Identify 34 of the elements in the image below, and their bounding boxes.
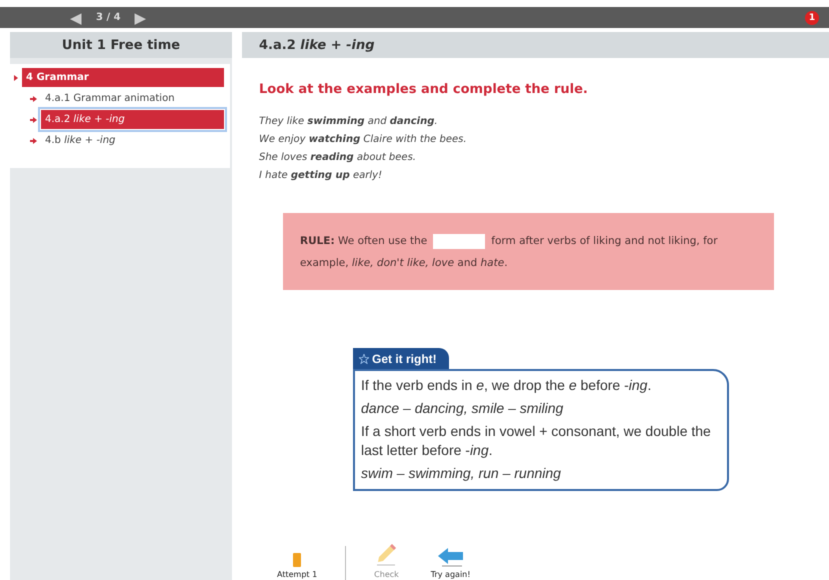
arrow-icon bbox=[30, 116, 37, 122]
attempt-label: Attempt 1 bbox=[277, 570, 318, 579]
tip-line: If the verb ends in e, we drop the e before -ing. bbox=[361, 376, 652, 395]
notification-badge[interactable]: 1 bbox=[805, 10, 819, 24]
answer-field[interactable] bbox=[433, 234, 486, 248]
attempt-bar-icon bbox=[293, 553, 302, 567]
nav-item[interactable]: 4.a.2 like + -ing bbox=[41, 110, 224, 129]
arrow-icon bbox=[30, 138, 37, 144]
nav-item[interactable]: 4.b like + -ing bbox=[41, 131, 224, 150]
section-item[interactable]: 4 Grammar bbox=[22, 68, 224, 87]
tip-line: dance – dancing, smile – smiling bbox=[361, 399, 564, 418]
arrow-icon bbox=[14, 74, 18, 80]
example-sentence: They like swimming and dancing. bbox=[259, 115, 439, 129]
example-sentence: I hate getting up early! bbox=[259, 169, 384, 183]
example-sentence: We enjoy watching Claire with the bees. bbox=[259, 133, 468, 147]
rule-text: RULE: We often use the bbox=[300, 234, 428, 249]
pencil-icon bbox=[375, 543, 398, 567]
page-title: 4.a.2 like + -ing bbox=[259, 38, 375, 52]
page-counter: 3 / 4 bbox=[96, 12, 121, 23]
rule-text: example, like, don't like, love and hate. bbox=[300, 256, 508, 271]
tip-title: Get it right! bbox=[372, 352, 437, 366]
example-sentence: She loves reading about bees. bbox=[259, 151, 417, 165]
try-again-button[interactable]: Try again! bbox=[426, 547, 474, 580]
arrow-icon bbox=[30, 96, 37, 102]
arrow-left-icon bbox=[438, 547, 464, 567]
tip-line: If a short verb ends in vowel + consonant, we double the last letter before -ing. bbox=[361, 422, 712, 460]
instruction: Look at the examples and complete the rule. bbox=[259, 82, 589, 97]
next-button[interactable]: ▶ bbox=[134, 8, 147, 26]
sidebar-title: Unit 1 Free time bbox=[10, 32, 232, 58]
tip-line: swim – swimming, run – running bbox=[361, 464, 562, 483]
previous-button[interactable]: ◀ bbox=[70, 8, 82, 26]
star-icon bbox=[359, 354, 369, 364]
nav-item[interactable]: 4.a.1 Grammar animation bbox=[41, 89, 224, 108]
rule-text: form after verbs of liking and not liking, for bbox=[491, 234, 718, 249]
